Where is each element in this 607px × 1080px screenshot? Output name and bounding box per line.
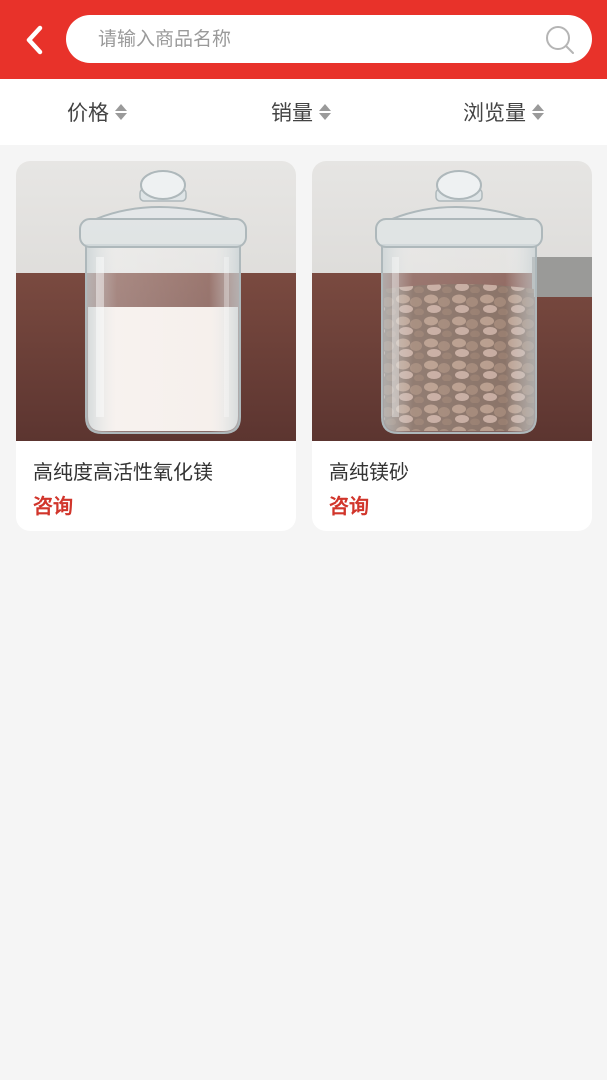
sort-by-price[interactable]: 价格 — [67, 79, 127, 145]
product-price: 咨询 — [33, 494, 73, 518]
sort-by-sales[interactable]: 销量 — [271, 79, 331, 145]
sort-arrows-icon — [115, 104, 127, 120]
product-price: 咨询 — [329, 494, 369, 518]
sort-label-sales: 销量 — [271, 101, 313, 125]
product-title: 高纯度高活性氧化镁 — [33, 460, 213, 484]
product-image-white-powder-jar[interactable] — [16, 161, 296, 441]
sort-arrows-icon — [532, 104, 544, 120]
sort-label-views: 浏览量 — [463, 101, 526, 125]
sort-label-price: 价格 — [67, 101, 109, 125]
back-button[interactable] — [14, 20, 54, 60]
top-bar — [0, 0, 607, 79]
product-title: 高纯镁砂 — [329, 460, 409, 484]
product-card[interactable]: 高纯度高活性氧化镁 咨询 — [16, 161, 296, 531]
product-image-brown-granules-jar[interactable] — [312, 161, 592, 441]
sort-bar: 价格 销量 浏览量 — [0, 79, 607, 145]
sort-arrows-icon — [319, 104, 331, 120]
search-input[interactable] — [98, 15, 528, 63]
search-icon[interactable] — [544, 24, 576, 56]
chevron-left-icon — [26, 25, 43, 55]
product-card[interactable]: 高纯镁砂 咨询 — [312, 161, 592, 531]
search-bar[interactable] — [66, 15, 592, 63]
sort-by-views[interactable]: 浏览量 — [463, 79, 544, 145]
